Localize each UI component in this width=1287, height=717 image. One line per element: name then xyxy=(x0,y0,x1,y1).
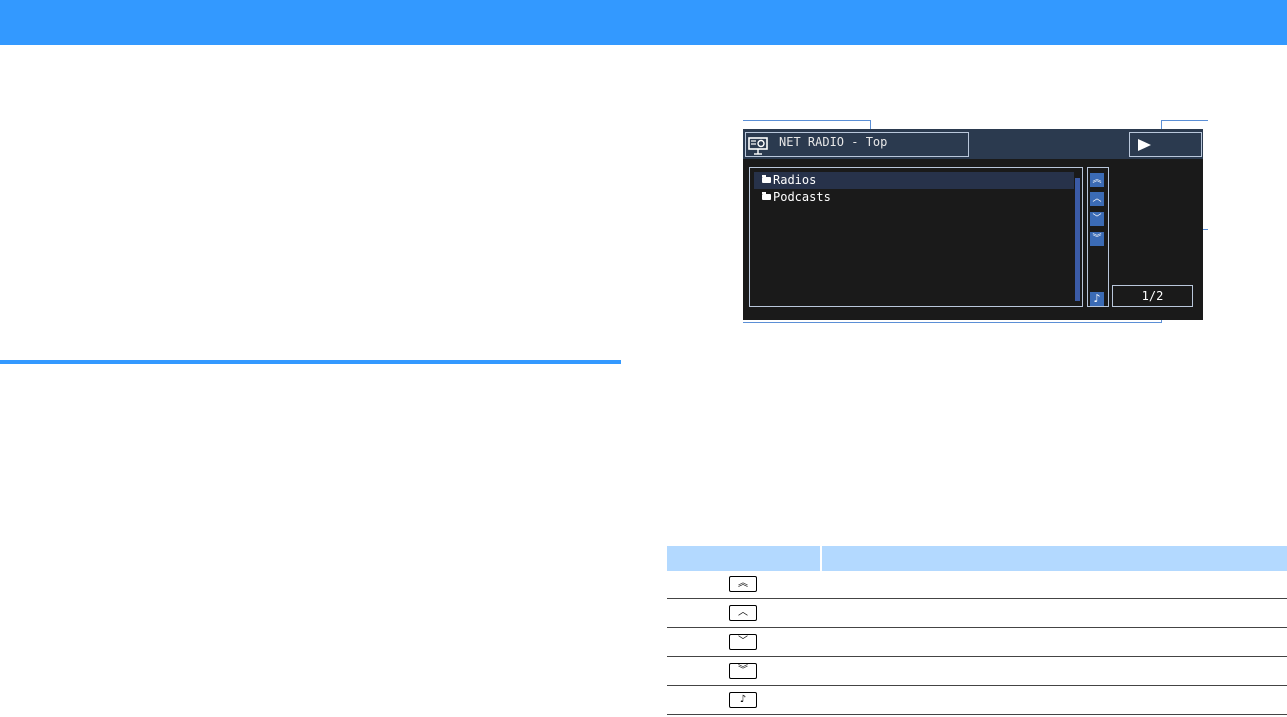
callout-line xyxy=(743,120,870,121)
music-note-icon: ♪ xyxy=(729,692,757,708)
screen-title: NET RADIO - Top xyxy=(779,135,888,149)
page-down-icon[interactable]: ︾ xyxy=(1090,232,1104,246)
table-row: ︿ xyxy=(667,600,1287,628)
callout-line xyxy=(743,322,1162,323)
net-radio-screen: NET RADIO - Top Radios Podcasts ︽ ︿ ﹀ ︾ … xyxy=(743,129,1203,320)
folder-icon xyxy=(762,192,771,200)
screen-header: NET RADIO - Top xyxy=(743,129,1203,159)
table-row: ︾ xyxy=(667,658,1287,686)
section-divider xyxy=(0,360,621,364)
net-radio-icon xyxy=(748,137,768,155)
callout-line xyxy=(1161,120,1208,121)
chevron-down-icon: ﹀ xyxy=(729,634,757,650)
double-chevron-down-icon: ︾ xyxy=(729,663,757,679)
playback-status xyxy=(1129,132,1202,157)
folder-icon xyxy=(762,175,771,183)
list-item-label: Podcasts xyxy=(773,190,831,204)
scrollbar[interactable] xyxy=(1075,178,1080,301)
top-banner xyxy=(0,0,1287,45)
list-item-radios[interactable]: Radios xyxy=(754,172,1074,189)
play-icon xyxy=(1138,139,1151,151)
content-list: Radios Podcasts xyxy=(749,167,1083,307)
table-header xyxy=(667,546,1287,571)
table-row: ♪ xyxy=(667,687,1287,715)
table-row: ︽ xyxy=(667,571,1287,599)
down-icon[interactable]: ﹀ xyxy=(1090,212,1104,226)
page-number: 1/2 xyxy=(1141,289,1164,303)
list-item-label: Radios xyxy=(773,173,817,187)
list-item-podcasts[interactable]: Podcasts xyxy=(754,189,1074,206)
page-up-icon[interactable]: ︽ xyxy=(1090,173,1104,187)
double-chevron-up-icon: ︽ xyxy=(729,576,757,592)
table-row: ﹀ xyxy=(667,629,1287,657)
navigation-buttons: ︽ ︿ ﹀ ︾ ♪ xyxy=(1087,167,1109,307)
page-indicator: 1/2 xyxy=(1112,285,1193,307)
up-icon[interactable]: ︿ xyxy=(1090,192,1104,206)
table-header-divider xyxy=(820,546,822,571)
now-playing-icon[interactable]: ♪ xyxy=(1090,292,1104,306)
chevron-up-icon: ︿ xyxy=(729,605,757,621)
